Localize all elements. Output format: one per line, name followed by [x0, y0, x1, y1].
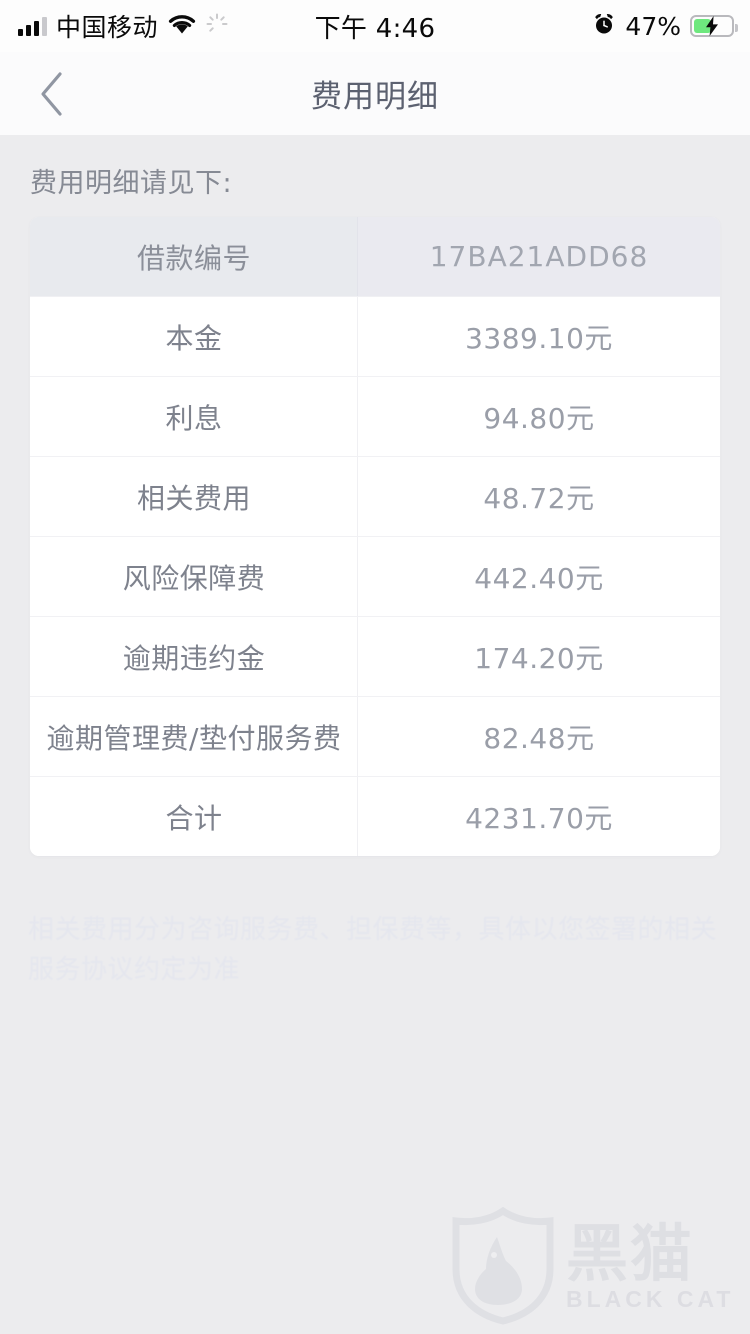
table-row-value: 4231.70元	[465, 801, 613, 835]
battery-percent-label: 47%	[625, 11, 681, 41]
table-row-label-cell: 相关费用	[30, 457, 358, 536]
table-row-label-cell: 逾期违约金	[30, 617, 358, 696]
table-row-value: 82.48元	[483, 721, 595, 755]
navigation-bar: 费用明细	[0, 52, 750, 135]
table-row: 利息 94.80元	[30, 376, 720, 456]
table-row-value: 174.20元	[474, 641, 604, 675]
watermark-en-text: BLACK CAT	[566, 1286, 735, 1312]
table-row-label: 逾期管理费/垫付服务费	[46, 721, 342, 755]
black-cat-watermark: 黑猫 BLACK CAT	[450, 1202, 750, 1334]
table-row: 本金 3389.10元	[30, 296, 720, 376]
table-row-label-cell: 利息	[30, 377, 358, 456]
table-row-value-cell: 4231.70元	[358, 777, 720, 856]
table-row-value: 3389.10元	[465, 321, 613, 355]
black-cat-shield-logo	[450, 1206, 556, 1330]
page-content: 费用明细请见下: 借款编号 17BA21ADD68 本金 3389.10元 利息…	[0, 135, 750, 1334]
table-header-label-cell: 借款编号	[30, 217, 358, 296]
table-row: 风险保障费 442.40元	[30, 536, 720, 616]
table-row-label: 本金	[165, 321, 223, 355]
clock-label: 下午 4:46	[314, 13, 436, 44]
table-header-row: 借款编号 17BA21ADD68	[30, 217, 720, 296]
table-row: 逾期管理费/垫付服务费 82.48元	[30, 696, 720, 776]
fee-footnote: 相关费用分为咨询服务费、担保费等，具体以您签署的相关服务协议约定为准	[28, 915, 718, 985]
back-button[interactable]	[16, 52, 88, 135]
table-row-value-cell: 82.48元	[358, 697, 720, 776]
table-row-value-cell: 94.80元	[358, 377, 720, 456]
table-row-label-cell: 本金	[30, 297, 358, 376]
page-title: 费用明细	[311, 79, 439, 115]
watermark-cn-text: 黑猫	[566, 1217, 695, 1290]
table-header-label: 借款编号	[136, 241, 251, 275]
table-row-value-cell: 442.40元	[358, 537, 720, 616]
table-row-label: 相关费用	[136, 481, 251, 515]
table-row-label: 风险保障费	[122, 561, 266, 595]
loan-number-value: 17BA21ADD68	[429, 240, 649, 273]
table-row-value: 442.40元	[474, 561, 604, 595]
table-row-label: 合计	[165, 801, 223, 835]
table-row-value-cell: 48.72元	[358, 457, 720, 536]
table-row-label: 利息	[165, 401, 223, 435]
table-row-label: 逾期违约金	[122, 641, 266, 675]
intro-text: 费用明细请见下:	[30, 168, 233, 199]
alarm-clock-icon	[592, 12, 616, 41]
status-bar-right: 47%	[592, 0, 738, 52]
table-row-value-cell: 174.20元	[358, 617, 720, 696]
phone-screen: 中国移动 下午 4:46 47% 费用明细 费用明细请见下: 借款编号 17BA…	[0, 0, 750, 1334]
fee-detail-table: 借款编号 17BA21ADD68 本金 3389.10元 利息 94.80元 相…	[30, 217, 720, 856]
table-header-value-cell: 17BA21ADD68	[358, 217, 720, 296]
status-bar: 中国移动 下午 4:46 47%	[0, 0, 750, 52]
battery-charging-icon	[690, 15, 738, 37]
table-row-label-cell: 风险保障费	[30, 537, 358, 616]
table-row-value-cell: 3389.10元	[358, 297, 720, 376]
black-cat-wordmark: 黑猫 BLACK CAT	[566, 1223, 734, 1313]
chevron-left-icon	[41, 71, 62, 116]
table-row-value: 48.72元	[483, 481, 595, 515]
table-row-label-cell: 合计	[30, 777, 358, 856]
table-row: 逾期违约金 174.20元	[30, 616, 720, 696]
table-row-label-cell: 逾期管理费/垫付服务费	[30, 697, 358, 776]
table-row: 相关费用 48.72元	[30, 456, 720, 536]
table-row-value: 94.80元	[483, 401, 595, 435]
table-row-total: 合计 4231.70元	[30, 776, 720, 856]
